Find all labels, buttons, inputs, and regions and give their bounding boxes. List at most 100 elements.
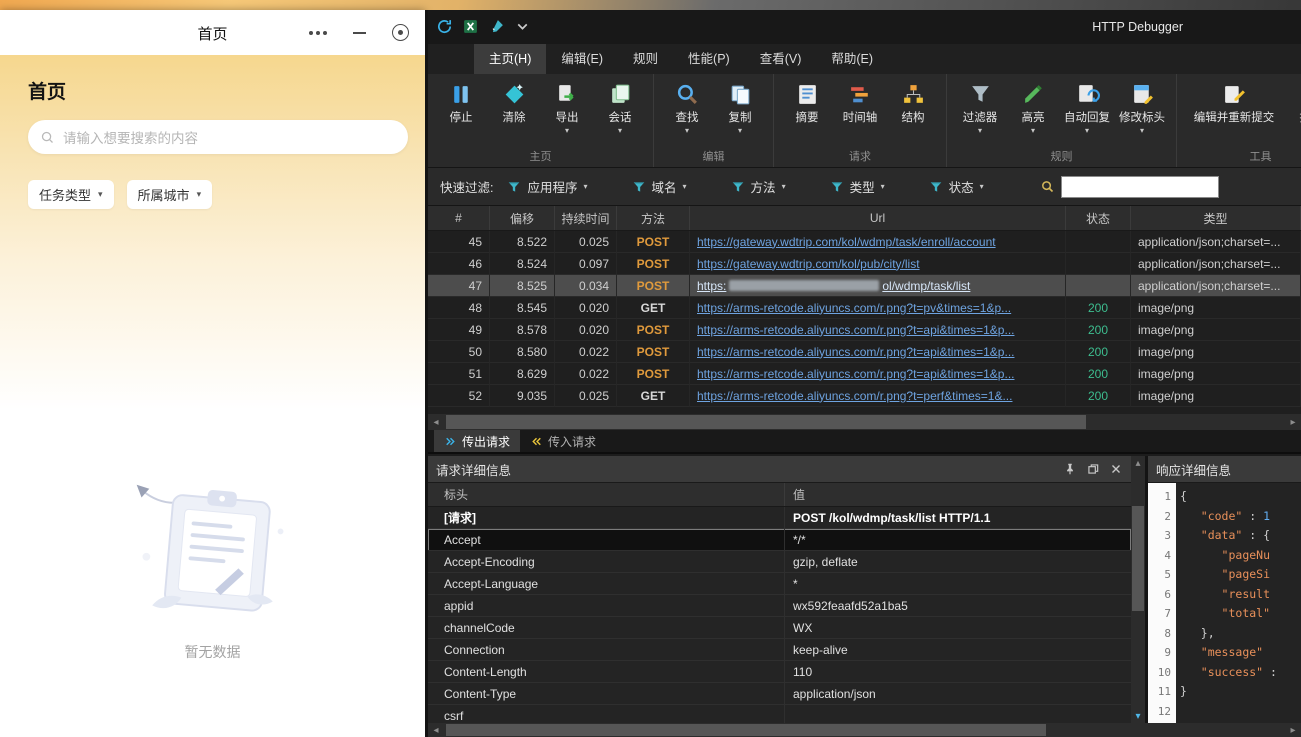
ribbon-button[interactable]: 清除 ▾ xyxy=(489,79,539,149)
quick-filter-dropdown[interactable]: 方法 ▾ xyxy=(731,177,786,196)
url-cell[interactable]: https://arms-retcode.aliyuncs.com/r.png?… xyxy=(690,385,1066,407)
menu-item[interactable]: 主页(H) xyxy=(474,44,546,74)
scroll-left-arrow[interactable]: ◂ xyxy=(428,723,444,737)
column-header-name[interactable]: 标头 xyxy=(428,483,785,506)
ribbon-button[interactable]: 编辑并重新提交 ▾ xyxy=(1185,79,1283,149)
scroll-left-arrow[interactable]: ◂ xyxy=(428,414,444,430)
scroll-right-arrow[interactable]: ▸ xyxy=(1285,414,1301,430)
brush-icon[interactable] xyxy=(488,18,505,35)
request-row[interactable]: 47 8.525 0.034 POST https:ol/wdmp/task/l… xyxy=(428,275,1301,297)
ribbon-button[interactable]: 高亮 ▾ xyxy=(1008,79,1058,149)
header-name: channelCode xyxy=(428,617,785,639)
request-row[interactable]: 51 8.629 0.022 POST https://arms-retcode… xyxy=(428,363,1301,385)
menu-item[interactable]: 查看(V) xyxy=(745,44,817,74)
column-header[interactable]: 持续时间 xyxy=(555,206,617,230)
url-cell[interactable]: https://gateway.wdtrip.com/kol/wdmp/task… xyxy=(690,231,1066,253)
request-row[interactable]: 52 9.035 0.025 GET https://arms-retcode.… xyxy=(428,385,1301,407)
minimize-icon[interactable] xyxy=(353,32,366,34)
column-header-value[interactable]: 值 xyxy=(785,483,1131,506)
bottom-hscrollbar[interactable]: ◂ ▸ xyxy=(428,723,1301,737)
ribbon-button[interactable]: 摘要 ▾ xyxy=(782,79,832,149)
filter-dropdown[interactable]: 所属城市 ▾ xyxy=(127,180,213,209)
menu-item[interactable]: 规则 xyxy=(618,44,673,74)
ribbon-button[interactable]: 时间轴 ▾ xyxy=(835,79,885,149)
header-name: Content-Length xyxy=(428,661,785,683)
header-row[interactable]: appid wx592feaafd52a1ba5 xyxy=(428,595,1131,617)
ribbon-button[interactable]: 查找 ▾ xyxy=(662,79,712,149)
offset-cell: 8.522 xyxy=(490,231,555,253)
header-value: keep-alive xyxy=(785,639,1131,661)
ribbon-group-label: 主页 xyxy=(428,148,653,164)
method-cell: POST xyxy=(617,231,690,253)
request-row[interactable]: 48 8.545 0.020 GET https://arms-retcode.… xyxy=(428,297,1301,319)
stream-tab[interactable]: 传出请求 xyxy=(434,430,520,452)
ribbon-button[interactable]: 会话 ▾ xyxy=(595,79,645,149)
filter-dropdown[interactable]: 任务类型 ▾ xyxy=(28,180,114,209)
ribbon-button[interactable]: 修改标头 ▾ xyxy=(1116,79,1168,149)
header-row[interactable]: Accept-Encoding gzip, deflate xyxy=(428,551,1131,573)
header-row[interactable]: csrf xyxy=(428,705,1131,723)
ribbon-button[interactable]: 停止 ▾ xyxy=(436,79,486,149)
column-header[interactable]: 状态 xyxy=(1066,206,1131,230)
url-cell[interactable]: https://arms-retcode.aliyuncs.com/r.png?… xyxy=(690,297,1066,319)
menu-item[interactable]: 帮助(E) xyxy=(816,44,888,74)
request-panel-vscrollbar[interactable]: ▴ ▾ xyxy=(1131,456,1145,723)
more-options-icon[interactable] xyxy=(309,31,327,35)
header-row[interactable]: Accept */* xyxy=(428,529,1131,551)
quick-filter-dropdown[interactable]: 域名 ▾ xyxy=(632,177,687,196)
scrollbar-thumb[interactable] xyxy=(446,724,1046,736)
search-input[interactable]: 请输入想要搜索的内容 xyxy=(28,120,408,154)
stream-tab[interactable]: 传入请求 xyxy=(520,430,606,452)
quick-filter-dropdown[interactable]: 状态 ▾ xyxy=(929,177,984,196)
header-row[interactable]: Content-Type application/json xyxy=(428,683,1131,705)
ribbon-button[interactable]: 结构 ▾ xyxy=(888,79,938,149)
ribbon-button[interactable]: 提交 ▾ xyxy=(1286,79,1301,149)
url-cell[interactable]: https://arms-retcode.aliyuncs.com/r.png?… xyxy=(690,341,1066,363)
header-row[interactable]: Content-Length 110 xyxy=(428,661,1131,683)
request-row[interactable]: 50 8.580 0.022 POST https://arms-retcode… xyxy=(428,341,1301,363)
column-header[interactable]: # xyxy=(428,206,490,230)
request-row[interactable]: 45 8.522 0.025 POST https://gateway.wdtr… xyxy=(428,231,1301,253)
row-number-cell: 51 xyxy=(428,363,490,385)
scrollbar-thumb[interactable] xyxy=(1132,506,1144,611)
request-row[interactable]: 46 8.524 0.097 POST https://gateway.wdtr… xyxy=(428,253,1301,275)
header-row[interactable]: Connection keep-alive xyxy=(428,639,1131,661)
quick-filter-dropdown[interactable]: 应用程序 ▾ xyxy=(507,177,587,196)
menu-item[interactable]: 性能(P) xyxy=(673,44,745,74)
close-icon[interactable] xyxy=(1109,462,1123,476)
mini-program-window: 首页 首页 请输入想要搜索的内容 任务类型 ▾ 所属城市 ▾ xyxy=(0,10,425,737)
column-header[interactable]: Url xyxy=(690,206,1066,230)
ribbon-button[interactable]: 自动回复 ▾ xyxy=(1061,79,1113,149)
requests-hscrollbar[interactable]: ◂ ▸ xyxy=(428,414,1301,430)
ribbon-button[interactable]: 过滤器 ▾ xyxy=(955,79,1005,149)
refresh-icon[interactable] xyxy=(436,18,453,35)
quick-filter-dropdown[interactable]: 类型 ▾ xyxy=(830,177,885,196)
scroll-down-arrow[interactable]: ▾ xyxy=(1131,709,1145,723)
column-header[interactable]: 类型 xyxy=(1131,206,1301,230)
menu-item[interactable]: 编辑(E) xyxy=(546,44,618,74)
header-row[interactable]: [请求] POST /kol/wdmp/task/list HTTP/1.1 xyxy=(428,507,1131,529)
column-header[interactable]: 偏移 xyxy=(490,206,555,230)
url-cell[interactable]: https://gateway.wdtrip.com/kol/pub/city/… xyxy=(690,253,1066,275)
ribbon-button[interactable]: 复制 ▾ xyxy=(715,79,765,149)
scrollbar-thumb[interactable] xyxy=(446,415,1086,429)
request-row[interactable]: 49 8.578 0.020 POST https://arms-retcode… xyxy=(428,319,1301,341)
excel-export-icon[interactable] xyxy=(462,18,479,35)
header-row[interactable]: channelCode WX xyxy=(428,617,1131,639)
url-cell[interactable]: https:ol/wdmp/task/list xyxy=(690,275,1066,297)
pin-icon[interactable] xyxy=(1063,462,1077,476)
header-row[interactable]: Accept-Language * xyxy=(428,573,1131,595)
restore-icon[interactable] xyxy=(1086,462,1100,476)
window-controls xyxy=(309,10,409,55)
caret-down-icon[interactable] xyxy=(514,18,531,35)
scroll-up-arrow[interactable]: ▴ xyxy=(1131,456,1145,470)
type-cell: image/png xyxy=(1131,341,1301,363)
url-cell[interactable]: https://arms-retcode.aliyuncs.com/r.png?… xyxy=(690,363,1066,385)
url-cell[interactable]: https://arms-retcode.aliyuncs.com/r.png?… xyxy=(690,319,1066,341)
filter-search-input[interactable] xyxy=(1061,176,1219,198)
scroll-right-arrow[interactable]: ▸ xyxy=(1285,723,1301,737)
type-cell: application/json;charset=... xyxy=(1131,275,1301,297)
ribbon-button[interactable]: 导出 ▾ xyxy=(542,79,592,149)
capsule-exit-icon[interactable] xyxy=(392,24,409,41)
column-header[interactable]: 方法 xyxy=(617,206,690,230)
